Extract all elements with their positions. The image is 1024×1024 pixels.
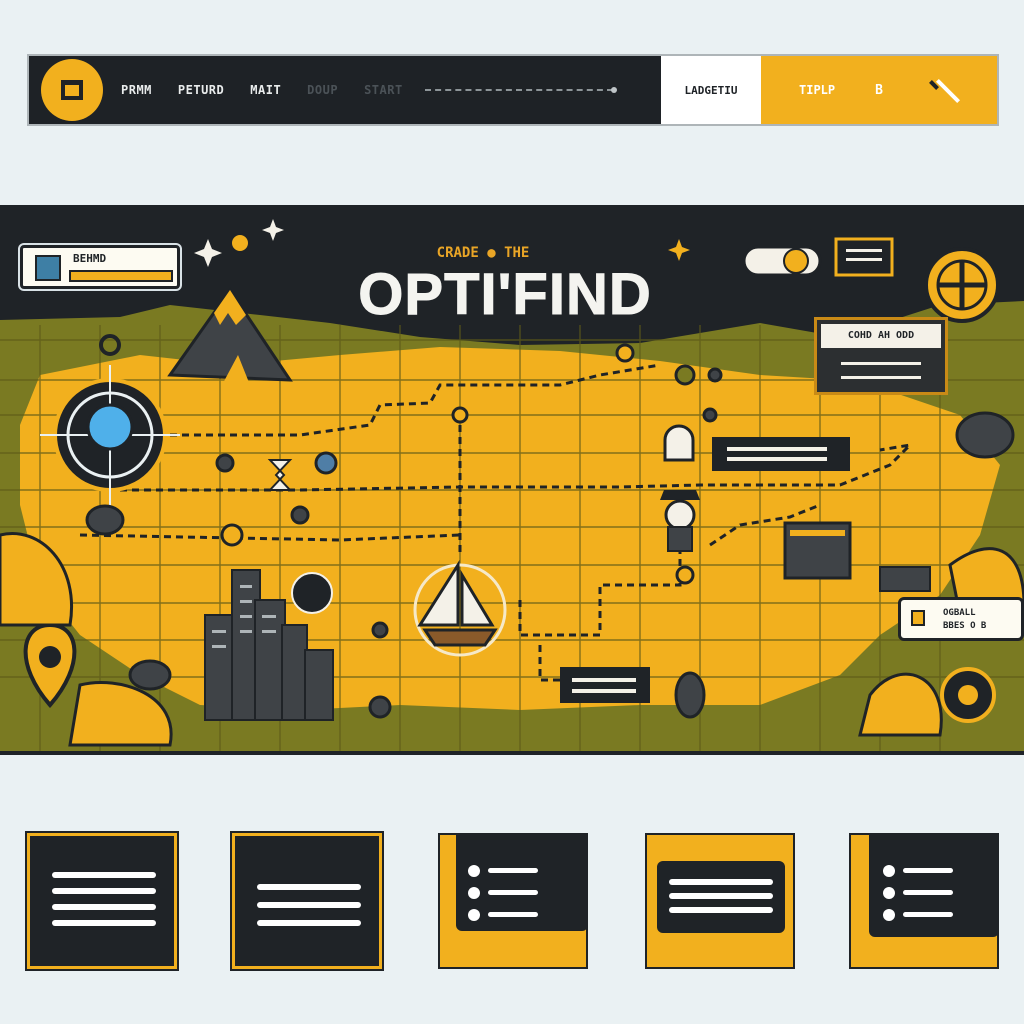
nav-yellow-panel: TIPLP B: [761, 56, 997, 124]
page-title: OPTI'FIND: [358, 262, 652, 328]
list-bullet: [883, 909, 895, 921]
nav-item-prmm[interactable]: PRMM: [121, 83, 152, 97]
nav-progress-line: [424, 87, 617, 93]
list-bullet: [468, 865, 480, 877]
hero-map-banner: CRADE ● THE OPTI'FIND BEHMD COHD AH ODD …: [0, 205, 1024, 755]
list-bullet: [883, 865, 895, 877]
list-item-line: [903, 912, 953, 917]
card-line: [669, 893, 773, 899]
nav-item-peturd[interactable]: PETURD: [178, 83, 224, 97]
quest-line: [841, 376, 921, 379]
list-item-line: [903, 890, 953, 895]
content-card-4[interactable]: [645, 833, 795, 969]
nav-item-start[interactable]: START: [364, 83, 403, 97]
card-panel: [869, 835, 999, 937]
nav-yellow-label[interactable]: TIPLP: [799, 83, 835, 97]
card-line: [257, 884, 361, 890]
nav-item-doup[interactable]: DOUP: [307, 83, 338, 97]
player-name: BEHMD: [73, 252, 107, 265]
list-item-line: [488, 868, 538, 873]
reward-text-line-1: OGBALL: [943, 608, 976, 618]
top-navbar: PRMM PETURD MAIT DOUP START LADGETIU TIP…: [27, 54, 999, 126]
nav-menu: PRMM PETURD MAIT DOUP START: [121, 83, 617, 97]
nav-actions: LADGETIU TIPLP B: [661, 56, 997, 124]
content-card-5[interactable]: [849, 833, 999, 969]
content-card-3[interactable]: [438, 833, 588, 969]
content-card-1[interactable]: [27, 833, 177, 969]
card-line: [52, 920, 156, 926]
nav-item-mait[interactable]: MAIT: [250, 83, 281, 97]
quest-panel-title: COHD AH ODD: [821, 324, 941, 348]
card-line: [257, 920, 361, 926]
card-line: [52, 904, 156, 910]
nav-white-button[interactable]: LADGETIU: [661, 56, 761, 124]
app-logo-icon[interactable]: [41, 59, 103, 121]
reward-card[interactable]: OGBALL BBES O B: [898, 597, 1024, 641]
hero-pretitle: CRADE ● THE: [436, 245, 530, 261]
card-line: [669, 907, 773, 913]
lock-icon: [911, 610, 925, 626]
list-item-line: [903, 868, 953, 873]
list-bullet: [468, 909, 480, 921]
card-line: [257, 902, 361, 908]
reward-text: OGBALL BBES O B: [943, 607, 986, 633]
card-line: [52, 872, 156, 878]
card-line: [669, 879, 773, 885]
quest-panel[interactable]: COHD AH ODD: [814, 317, 948, 395]
nav-yellow-button[interactable]: B: [875, 83, 883, 98]
avatar: [35, 255, 61, 281]
quest-line: [841, 362, 921, 365]
content-card-2[interactable]: [232, 833, 382, 969]
list-item-line: [488, 912, 538, 917]
list-bullet: [468, 887, 480, 899]
list-bullet: [883, 887, 895, 899]
player-progress-bar: [69, 270, 173, 282]
card-line: [52, 888, 156, 894]
player-status-card[interactable]: BEHMD: [20, 245, 180, 289]
reward-text-line-2: BBES O B: [943, 621, 987, 631]
wrench-icon[interactable]: [931, 75, 961, 105]
list-item-line: [488, 890, 538, 895]
